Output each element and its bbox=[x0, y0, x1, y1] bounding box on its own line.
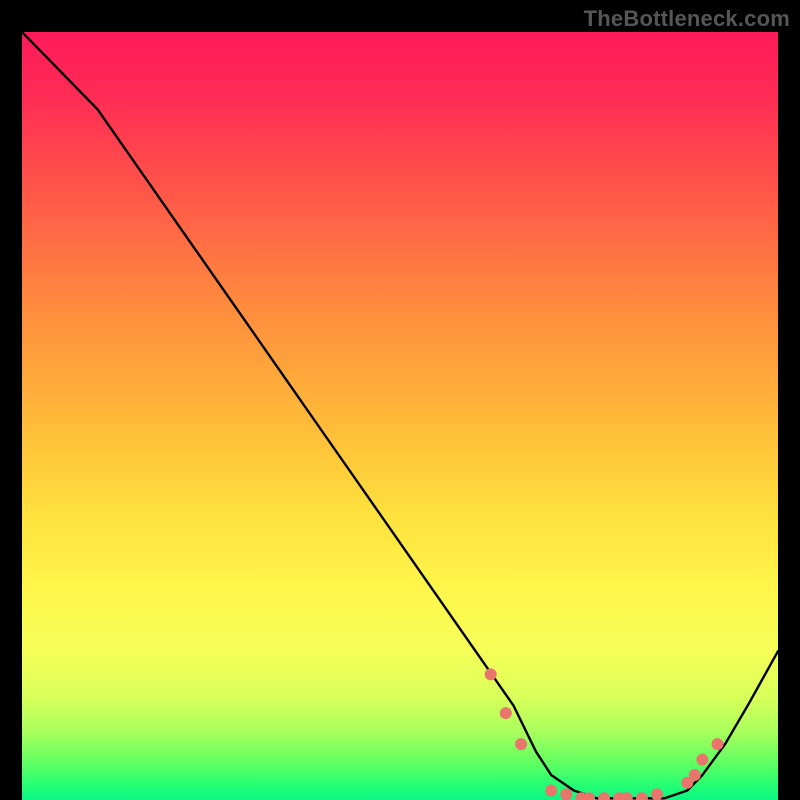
marker-dot bbox=[515, 738, 527, 750]
marker-dot bbox=[485, 668, 497, 680]
marker-dot bbox=[560, 788, 572, 800]
marker-dot bbox=[545, 785, 557, 797]
marker-dot bbox=[712, 738, 724, 750]
marker-dot bbox=[500, 707, 512, 719]
chart-frame: TheBottleneck.com bbox=[0, 0, 800, 800]
marker-dot bbox=[689, 769, 701, 781]
gradient-background bbox=[22, 32, 778, 800]
plot-area bbox=[22, 32, 778, 800]
marker-dot bbox=[696, 754, 708, 766]
marker-dot bbox=[651, 788, 663, 800]
chart-svg bbox=[22, 32, 778, 800]
attribution-label: TheBottleneck.com bbox=[584, 6, 790, 32]
